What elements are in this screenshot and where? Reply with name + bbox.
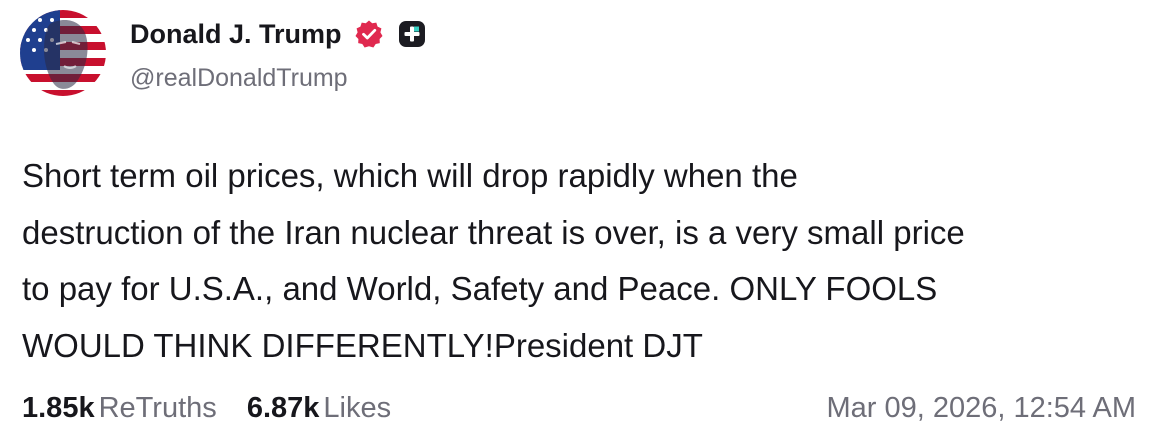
author-avatar[interactable] [20, 10, 106, 96]
post-timestamp[interactable]: Mar 09, 2026, 12:54 AM [826, 388, 1136, 428]
retruths-label: ReTruths [98, 392, 217, 424]
post-body-text: Short term oil prices, which will drop r… [22, 157, 965, 364]
likes-count: 6.87k [246, 392, 320, 424]
flag-portrait-avatar-image [20, 10, 106, 96]
retruths-count: 1.85k [22, 392, 95, 424]
verified-badge-icon [355, 20, 383, 48]
retruths-stat[interactable]: 1.85k ReTruths [22, 388, 217, 428]
likes-label: Likes [323, 392, 392, 424]
plus-badge-icon [399, 21, 425, 47]
author-handle[interactable]: @realDonaldTrump [130, 62, 348, 94]
post-footer: 1.85k ReTruths 6.87k Likes Mar 09, 2026, 1… [22, 388, 1136, 428]
author-display-name[interactable]: Donald J. Trump [130, 17, 342, 51]
likes-stat[interactable]: 6.87k Likes [247, 388, 391, 428]
post-card: Donald J. Trump @realDonaldTrump Short t… [0, 0, 1172, 444]
